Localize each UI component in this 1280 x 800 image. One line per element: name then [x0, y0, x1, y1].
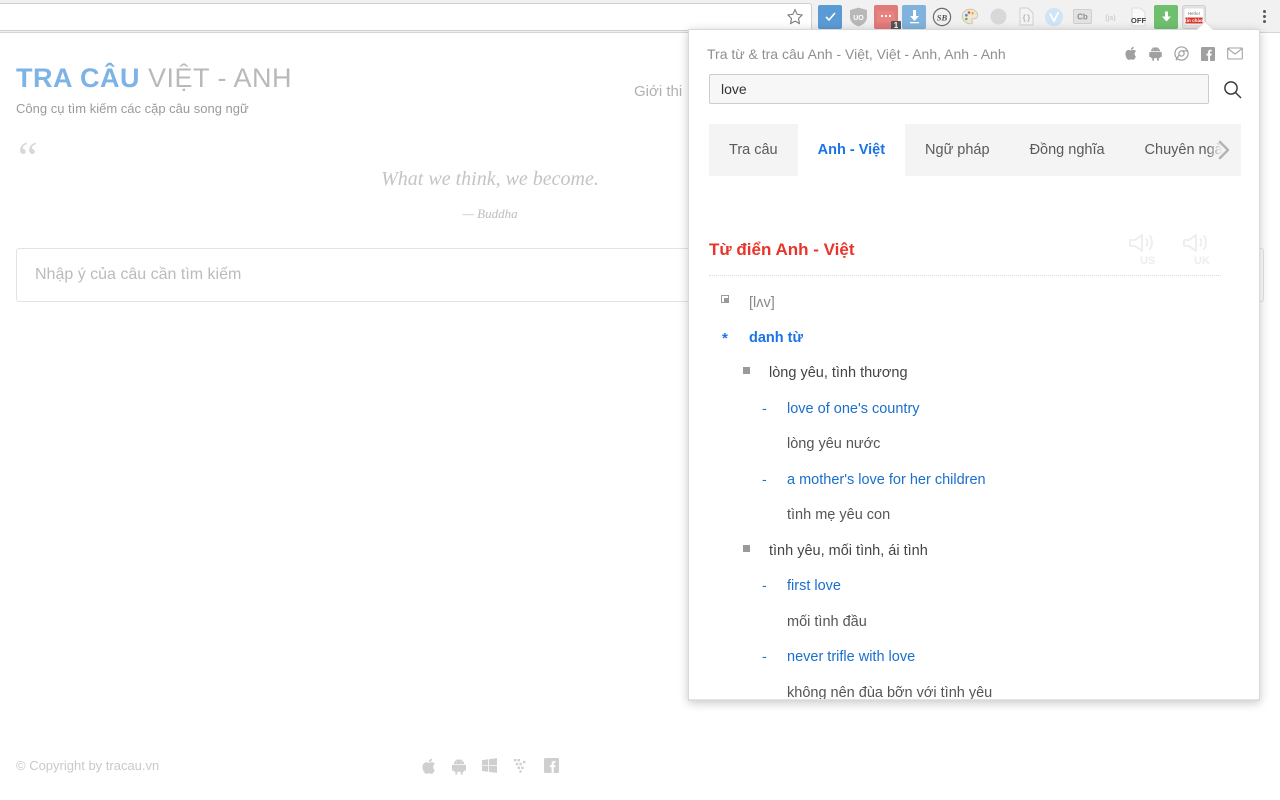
svg-text:SB: SB: [937, 12, 948, 22]
nav-item-gioi-thieu[interactable]: Giới thi: [634, 83, 682, 100]
dash-marker-icon: -: [762, 399, 767, 416]
apple-icon[interactable]: [1125, 46, 1137, 66]
example-vi: tình mẹ yêu con: [787, 507, 891, 523]
part-of-speech-text[interactable]: danh từ: [749, 330, 803, 346]
asterisk-marker-icon: *: [722, 329, 728, 347]
popup-title: Tra từ & tra câu Anh - Việt, Việt - Anh,…: [707, 46, 1006, 62]
example-en[interactable]: first love: [787, 578, 841, 594]
translation-row: mối tình đầu: [759, 594, 1241, 630]
apple-icon[interactable]: [421, 758, 436, 780]
svg-text:{}: {}: [1022, 15, 1030, 23]
chrome-icon[interactable]: [1174, 46, 1189, 66]
red-extension-icon[interactable]: 1: [874, 4, 901, 31]
dictionary-divider: [709, 275, 1221, 276]
dash-marker-icon: -: [762, 470, 767, 487]
phonetic-marker-icon: [721, 295, 729, 303]
example-row: - first love: [759, 558, 1241, 594]
facebook-icon[interactable]: [1201, 46, 1215, 66]
example-vi: lòng yêu nước: [787, 436, 881, 452]
ublock-origin-extension-icon[interactable]: UO: [846, 5, 870, 29]
windows-icon[interactable]: [481, 758, 497, 780]
sense-text: tình yêu, mối tình, ái tình: [769, 542, 928, 559]
dictionary-entry: [lʌv] * danh từ lòng yêu, tình thương - …: [689, 286, 1259, 700]
footer-social-links: [0, 758, 980, 780]
svg-text:Cb: Cb: [1077, 13, 1088, 22]
sense-row: lòng yêu, tình thương: [741, 345, 1241, 381]
sense-row: tình yêu, mối tình, ái tình: [741, 523, 1241, 559]
translation-row: lòng yêu nước: [759, 416, 1241, 452]
translation-row: không nên đùa bỡn với tình yêu: [759, 665, 1241, 701]
example-en[interactable]: love of one's country: [787, 401, 920, 417]
audio-us-button[interactable]: US: [1127, 230, 1165, 267]
star-icon[interactable]: [786, 8, 804, 26]
sense-marker-icon: [743, 544, 750, 552]
svg-text:Hello!: Hello!: [1188, 11, 1201, 16]
audio-us-label: US: [1140, 255, 1156, 267]
palette-extension-icon[interactable]: [958, 5, 982, 29]
tab-tra-cau[interactable]: Tra câu: [709, 124, 798, 176]
part-of-speech-row: * danh từ: [721, 311, 1241, 347]
android-icon[interactable]: [451, 758, 466, 780]
checkmark-extension-icon[interactable]: [818, 4, 842, 29]
popup-header-icons: [1125, 46, 1243, 66]
green-download-extension-icon[interactable]: [1154, 4, 1178, 29]
search-icon[interactable]: [1219, 76, 1245, 102]
dictionary-tabstrip: Tra câu Anh - Việt Ngữ pháp Đồng nghĩa C…: [709, 124, 1241, 176]
site-brand: TRA CÂU VIỆT - ANH Công cụ tìm kiếm các …: [16, 65, 292, 117]
pronunciation-buttons: US UK: [1127, 230, 1227, 267]
mail-icon[interactable]: [1227, 47, 1243, 65]
example-en[interactable]: never trifle with love: [787, 649, 915, 665]
popup-search-box[interactable]: [709, 74, 1209, 104]
dictionary-search-input[interactable]: [710, 75, 1208, 103]
brand-primary: TRA CÂU: [16, 63, 140, 93]
dash-marker-icon: -: [762, 577, 767, 593]
phonetic-text: [lʌv]: [749, 295, 775, 311]
sense-marker-icon: [743, 367, 750, 374]
chrome-menu-icon[interactable]: [1255, 7, 1273, 25]
tab-dong-nghia[interactable]: Đồng nghĩa: [1010, 124, 1125, 176]
sb-extension-icon[interactable]: SB: [930, 5, 954, 29]
tab-anh-viet[interactable]: Anh - Việt: [797, 124, 906, 176]
v-badge-extension-icon[interactable]: [1042, 5, 1066, 29]
svg-text:(js): (js): [1105, 15, 1116, 22]
dash-marker-icon: -: [762, 648, 767, 664]
site-tagline: Công cụ tìm kiếm các cặp câu song ngữ: [16, 101, 249, 116]
audio-uk-label: UK: [1194, 255, 1210, 267]
example-vi: mối tình đầu: [787, 613, 867, 630]
site-footer: © Copyright by tracau.vn: [0, 728, 1280, 800]
cb-extension-icon[interactable]: Cb: [1070, 5, 1094, 29]
example-row: - a mother's love for her children: [759, 452, 1241, 488]
audio-uk-button[interactable]: UK: [1181, 230, 1219, 267]
example-row: - never trifle with love: [759, 629, 1241, 665]
gray-circle-extension-icon[interactable]: [986, 5, 1010, 29]
off-extension-icon[interactable]: OFF: [1126, 5, 1150, 29]
example-row: - love of one's country: [759, 381, 1241, 417]
brand-secondary: VIỆT - ANH: [140, 63, 293, 93]
download-extension-icon[interactable]: [902, 4, 926, 29]
code-extension-icon[interactable]: {}: [1014, 5, 1038, 29]
example-row: - to be in love with: [759, 700, 1241, 701]
dictionary-heading: Từ điển Anh - Việt: [709, 240, 855, 259]
page-title: TRA CÂU VIỆT - ANH: [16, 65, 292, 92]
popup-pointer: [1196, 22, 1214, 31]
translation-row: tình mẹ yêu con: [759, 487, 1241, 523]
tracau-extension-popup: Tra từ & tra câu Anh - Việt, Việt - Anh,…: [688, 29, 1260, 701]
svg-text:UO: UO: [853, 15, 864, 22]
js-extension-icon[interactable]: (js): [1098, 5, 1122, 29]
chevron-right-icon[interactable]: [1207, 124, 1241, 176]
sense-text: lòng yêu, tình thương: [769, 365, 908, 381]
svg-text:OFF: OFF: [1130, 16, 1146, 25]
popup-bottom-divider: [689, 699, 1259, 700]
tab-ngu-phap[interactable]: Ngữ pháp: [905, 124, 1010, 176]
facebook-icon[interactable]: [543, 758, 559, 780]
blackberry-icon[interactable]: [513, 758, 528, 780]
example-en[interactable]: a mother's love for her children: [787, 472, 986, 488]
omnibox[interactable]: [0, 3, 812, 31]
phonetic-row: [lʌv]: [721, 286, 1241, 311]
android-icon[interactable]: [1149, 46, 1162, 66]
